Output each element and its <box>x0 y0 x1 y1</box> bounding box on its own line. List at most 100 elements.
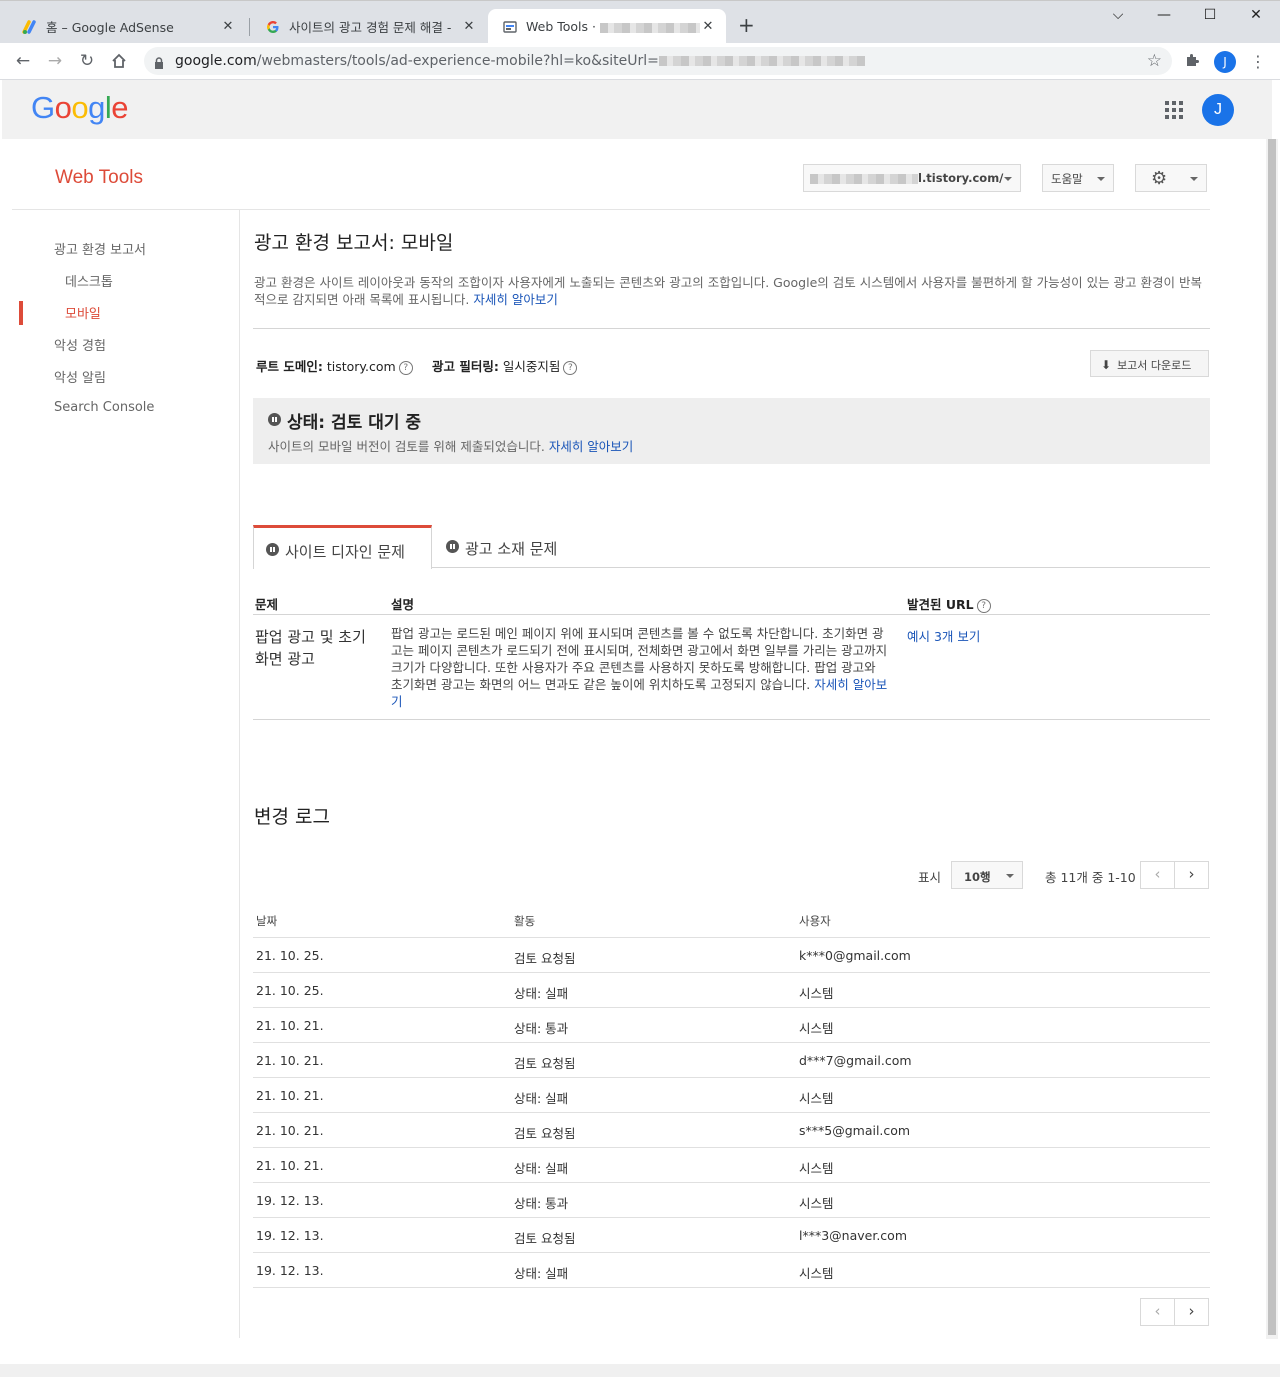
rows-option: 10행 <box>964 870 991 884</box>
cell-user: 시스템 <box>799 1021 834 1036</box>
new-tab-button[interactable]: + <box>738 15 755 35</box>
minimize-button[interactable]: — <box>1149 7 1179 23</box>
pause-icon <box>446 540 459 553</box>
close-tab-icon[interactable]: ✕ <box>700 19 716 34</box>
scrollbar-thumb[interactable] <box>1268 139 1276 1335</box>
tab-label: Web Tools · <box>526 19 700 34</box>
close-window-button[interactable]: ✕ <box>1241 7 1271 23</box>
status-panel: 상태: 검토 대기 중 사이트의 모바일 버전이 검토를 위해 제출되었습니다.… <box>253 398 1210 464</box>
sidebar-item-ad-experience-report[interactable]: 광고 환경 보고서 <box>54 239 146 258</box>
forward-arrow-icon[interactable]: → <box>44 51 66 71</box>
dropdown-caret-icon <box>1004 177 1012 181</box>
learn-more-link[interactable]: 자세히 알아보기 <box>549 439 633 454</box>
cell-date: 19. 12. 13. <box>256 1193 324 1208</box>
divider <box>253 328 1210 329</box>
account-avatar[interactable]: J <box>1202 94 1234 126</box>
divider <box>12 209 1210 210</box>
table-row: 19. 12. 13. 검토 요청됨 l***3@naver.com <box>253 1218 1210 1253</box>
close-tab-icon[interactable]: ✕ <box>461 19 477 34</box>
adsense-icon <box>22 19 38 35</box>
address-bar[interactable]: google.com/webmasters/tools/ad-experienc… <box>144 47 1172 75</box>
cell-date: 21. 10. 21. <box>256 1018 324 1033</box>
cell-user: s***5@gmail.com <box>799 1123 911 1138</box>
prev-page-button[interactable]: ‹ <box>1140 861 1175 889</box>
help-question-icon[interactable]: ? <box>976 598 991 613</box>
apps-grid-icon[interactable] <box>1165 101 1183 119</box>
table-row: 21. 10. 21. 상태: 실패 시스템 <box>253 1148 1210 1183</box>
cell-user: 시스템 <box>799 1196 834 1211</box>
cell-activity: 상태: 실패 <box>514 986 569 1001</box>
close-tab-icon[interactable]: ✕ <box>220 19 236 34</box>
table-row: 19. 12. 13. 상태: 통과 시스템 <box>253 1183 1210 1218</box>
more-menu-icon[interactable]: ⋮ <box>1250 52 1266 71</box>
help-question-icon[interactable]: ? <box>563 360 578 375</box>
web-tools-icon <box>502 19 518 35</box>
extensions-puzzle-icon[interactable] <box>1184 52 1200 72</box>
cell-date: 21. 10. 25. <box>256 983 324 998</box>
sidebar-item-mobile[interactable]: 모바일 <box>65 303 101 322</box>
redacted-text <box>810 173 918 184</box>
table-row: 21. 10. 21. 상태: 통과 시스템 <box>253 1008 1210 1043</box>
browser-tab-web-tools[interactable]: Web Tools · ✕ <box>488 9 726 44</box>
settings-dropdown[interactable]: ⚙ <box>1135 164 1207 192</box>
download-label: 보고서 다운로드 <box>1117 359 1192 372</box>
reload-icon[interactable]: ↻ <box>76 51 98 71</box>
root-domain-label: 루트 도메인: <box>256 359 323 374</box>
help-label: 도움말 <box>1051 172 1083 186</box>
cell-date: 21. 10. 25. <box>256 948 324 963</box>
cell-activity: 검토 요청됨 <box>514 1126 576 1141</box>
cell-user: 시스템 <box>799 986 834 1001</box>
help-dropdown[interactable]: 도움말 <box>1042 164 1114 192</box>
ad-filter-label: 광고 필터링: <box>432 359 499 374</box>
dropdown-caret-icon <box>1190 177 1198 181</box>
intro-text: 광고 환경은 사이트 레이아웃과 동작의 조합이자 사용자에게 노출되는 콘텐츠… <box>254 274 1210 308</box>
profile-avatar[interactable]: J <box>1214 51 1236 73</box>
status-desc-text: 사이트의 모바일 버전이 검토를 위해 제출되었습니다. <box>268 439 545 454</box>
site-selector[interactable]: l.tistory.com/ <box>803 164 1021 192</box>
horizontal-scrollbar[interactable] <box>0 1364 1280 1377</box>
browser-tab-adsense[interactable]: 홈 – Google AdSense ✕ <box>8 9 246 44</box>
root-domain-value: tistory.com <box>326 359 396 374</box>
sidebar-item-search-console[interactable]: Search Console <box>54 400 154 415</box>
web-tools-title[interactable]: Web Tools <box>55 167 143 189</box>
bookmark-star-icon[interactable]: ☆ <box>1147 51 1162 71</box>
sidebar-item-abusive-experiences[interactable]: 악성 경험 <box>54 335 106 354</box>
learn-more-link[interactable]: 자세히 알아보기 <box>473 292 557 307</box>
prev-page-button[interactable]: ‹ <box>1140 1298 1175 1326</box>
column-header-found-urls: 발견된 URL? <box>907 594 991 613</box>
chevron-down-icon[interactable]: ⌵ <box>1103 7 1133 23</box>
sidebar-item-desktop[interactable]: 데스크톱 <box>65 271 113 290</box>
rows-per-page-select[interactable]: 10행 <box>951 861 1023 889</box>
tab-ad-creative-issues[interactable]: 광고 소재 문제 <box>434 525 594 568</box>
google-g-icon <box>265 19 281 35</box>
column-header-activity: 활동 <box>514 914 536 928</box>
cell-date: 21. 10. 21. <box>256 1158 324 1173</box>
vertical-scrollbar[interactable] <box>1266 139 1278 1339</box>
browser-tab-help-article[interactable]: 사이트의 광고 경험 문제 해결 - ✕ <box>251 9 487 44</box>
cell-activity: 상태: 실패 <box>514 1091 569 1106</box>
tab-label: 사이트의 광고 경험 문제 해결 - <box>289 20 452 35</box>
help-question-icon[interactable]: ? <box>398 360 413 375</box>
view-examples-link[interactable]: 예시 3개 보기 <box>907 626 980 645</box>
tab-label: 광고 소재 문제 <box>465 540 558 558</box>
google-logo[interactable]: Google <box>31 90 129 126</box>
issue-description: 팝업 광고는 로드된 메인 페이지 위에 표시되며 콘텐츠를 볼 수 없도록 차… <box>391 625 891 710</box>
divider <box>253 719 1210 720</box>
root-domain: 루트 도메인: tistory.com? <box>256 356 413 375</box>
next-page-button[interactable]: › <box>1174 861 1209 889</box>
sidebar-item-abusive-notifications[interactable]: 악성 알림 <box>54 367 106 386</box>
home-icon[interactable] <box>108 51 130 74</box>
next-page-button[interactable]: › <box>1174 1298 1209 1326</box>
pause-icon <box>268 413 281 426</box>
tab-site-design-issues[interactable]: 사이트 디자인 문제 <box>253 525 432 569</box>
rows-label: 표시 <box>918 870 942 885</box>
tab-label: 홈 – Google AdSense <box>46 20 174 35</box>
back-arrow-icon[interactable]: ← <box>12 51 34 71</box>
column-header-date: 날짜 <box>256 914 278 928</box>
maximize-button[interactable]: ☐ <box>1195 7 1225 23</box>
page-title: 광고 환경 보고서: 모바일 <box>254 232 454 254</box>
download-report-button[interactable]: ⬇ 보고서 다운로드 <box>1090 350 1209 377</box>
status-description: 사이트의 모바일 버전이 검토를 위해 제출되었습니다. 자세히 알아보기 <box>268 436 633 455</box>
cell-date: 19. 12. 13. <box>256 1263 324 1278</box>
table-row: 21. 10. 21. 검토 요청됨 s***5@gmail.com <box>253 1113 1210 1148</box>
